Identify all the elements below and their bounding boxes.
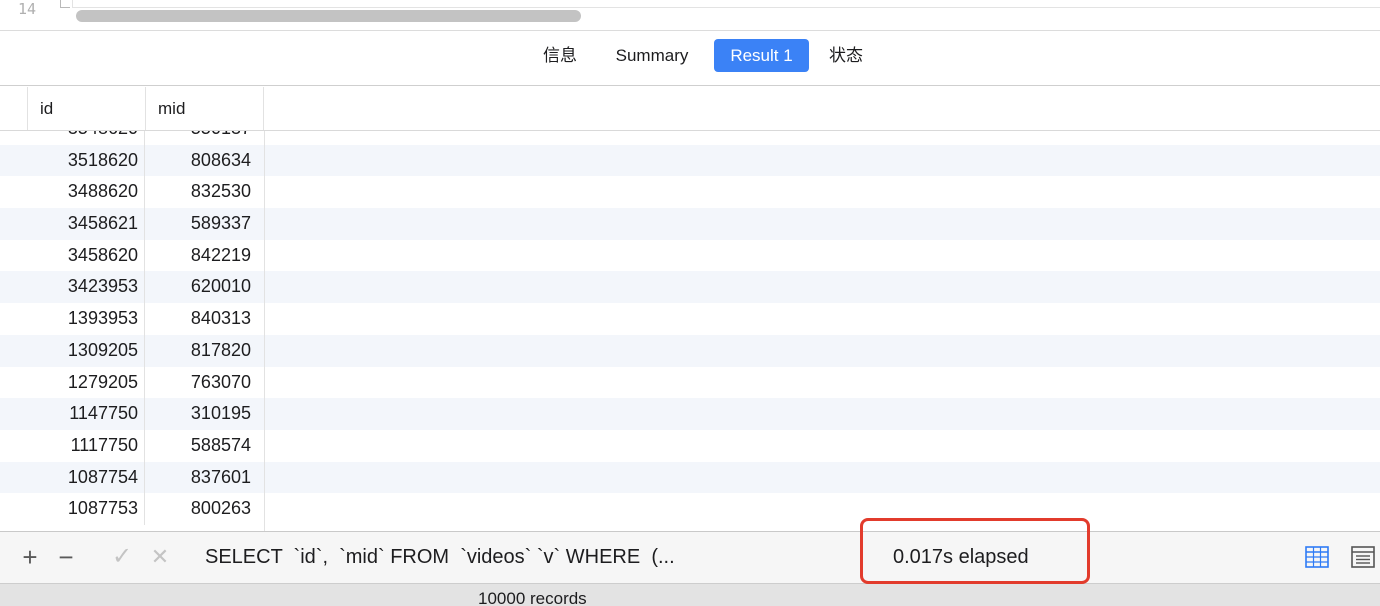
line-number: 14 xyxy=(18,0,37,18)
cell-mid[interactable]: 837601 xyxy=(145,462,257,494)
cell-id[interactable]: 1087754 xyxy=(27,461,145,494)
table-row[interactable]: 3518620 808634 xyxy=(0,144,1380,177)
column-header-mid[interactable]: mid xyxy=(145,87,264,130)
cell-id[interactable]: 3518620 xyxy=(27,144,145,177)
cell-mid[interactable]: 840313 xyxy=(145,303,257,335)
row-selector[interactable] xyxy=(0,144,27,177)
grid-rows: 3548620550137351862080863434886208325303… xyxy=(0,113,1380,525)
apply-changes-button[interactable]: ✓ xyxy=(108,542,136,572)
table-row[interactable]: 1279205 763070 xyxy=(0,366,1380,399)
cell-id[interactable]: 1087753 xyxy=(27,493,145,525)
remove-row-button[interactable]: − xyxy=(52,542,80,572)
tab-info[interactable]: 信息 xyxy=(532,39,588,72)
cell-id[interactable]: 3458621 xyxy=(27,208,145,240)
row-selector[interactable] xyxy=(0,240,27,272)
row-selector[interactable] xyxy=(0,493,27,525)
row-selector[interactable] xyxy=(0,398,27,430)
cell-id[interactable]: 1147750 xyxy=(27,398,145,430)
table-row[interactable]: 3488620 832530 xyxy=(0,176,1380,209)
cell-mid[interactable]: 842219 xyxy=(145,240,257,272)
row-selector[interactable] xyxy=(0,176,27,208)
grid-view-icon[interactable] xyxy=(1305,546,1329,568)
horizontal-scrollbar[interactable] xyxy=(76,10,581,22)
table-row[interactable]: 1309205 817820 xyxy=(0,334,1380,367)
cell-mid[interactable]: 808634 xyxy=(145,145,257,177)
cell-mid[interactable]: 832530 xyxy=(145,176,257,208)
cell-mid[interactable]: 800263 xyxy=(145,493,257,525)
elapsed-highlight-box xyxy=(860,518,1090,584)
fold-indicator-icon xyxy=(60,0,70,8)
cell-id[interactable]: 3488620 xyxy=(27,176,145,209)
row-selector[interactable] xyxy=(0,461,27,494)
table-row[interactable]: 1087754 837601 xyxy=(0,461,1380,494)
row-selector[interactable] xyxy=(0,334,27,367)
text-view-icon[interactable] xyxy=(1351,546,1375,568)
table-row[interactable]: 3423953 620010 xyxy=(0,271,1380,304)
table-row[interactable]: 1147750 310195 xyxy=(0,398,1380,430)
column-divider xyxy=(264,131,265,531)
row-selector[interactable] xyxy=(0,208,27,240)
table-row[interactable]: 1087753 800263 xyxy=(0,493,1380,525)
cell-mid[interactable]: 817820 xyxy=(145,335,257,367)
cell-mid[interactable]: 763070 xyxy=(145,367,257,399)
row-selector[interactable] xyxy=(0,367,27,399)
grid-header: id mid xyxy=(0,87,1380,131)
table-row[interactable]: 1117750 588574 xyxy=(0,429,1380,462)
row-selector[interactable] xyxy=(0,430,27,462)
tab-summary[interactable]: Summary xyxy=(600,39,704,72)
tab-status[interactable]: 状态 xyxy=(818,39,874,72)
editor-content-area[interactable] xyxy=(72,0,1380,8)
row-selector[interactable] xyxy=(0,271,27,304)
column-header-id[interactable]: id xyxy=(27,87,145,130)
result-tab-bar: 信息 Summary Result 1 状态 xyxy=(0,30,1380,86)
status-bar: 10000 records xyxy=(0,583,1380,606)
discard-changes-button[interactable]: ✕ xyxy=(146,542,174,572)
cell-id[interactable]: 1309205 xyxy=(27,334,145,367)
cell-id[interactable]: 1117750 xyxy=(27,429,145,462)
table-row[interactable]: 1393953 840313 xyxy=(0,303,1380,335)
cell-id[interactable]: 3423953 xyxy=(27,271,145,304)
tab-result-1[interactable]: Result 1 xyxy=(714,39,809,72)
cell-mid[interactable]: 620010 xyxy=(145,271,257,303)
table-row[interactable]: 3458620 842219 xyxy=(0,239,1380,272)
cell-id[interactable]: 1279205 xyxy=(27,366,145,399)
cell-mid[interactable]: 588574 xyxy=(145,430,257,462)
executed-query-text: SELECT `id`, `mid` FROM `videos` `v` WHE… xyxy=(205,546,675,568)
cell-mid[interactable]: 589337 xyxy=(145,208,257,240)
bottom-toolbar: + − ✓ ✕ SELECT `id`, `mid` FROM `videos`… xyxy=(0,531,1380,583)
result-grid[interactable]: 3548620550137351862080863434886208325303… xyxy=(0,87,1380,531)
table-row[interactable]: 3458621 589337 xyxy=(0,208,1380,240)
sql-editor[interactable]: 14 xyxy=(0,0,1380,30)
cell-mid[interactable]: 310195 xyxy=(145,398,257,430)
record-count: 10000 records xyxy=(478,589,587,606)
cell-id[interactable]: 1393953 xyxy=(27,303,145,335)
row-selector[interactable] xyxy=(0,303,27,335)
add-row-button[interactable]: + xyxy=(16,542,44,572)
cell-id[interactable]: 3458620 xyxy=(27,239,145,272)
